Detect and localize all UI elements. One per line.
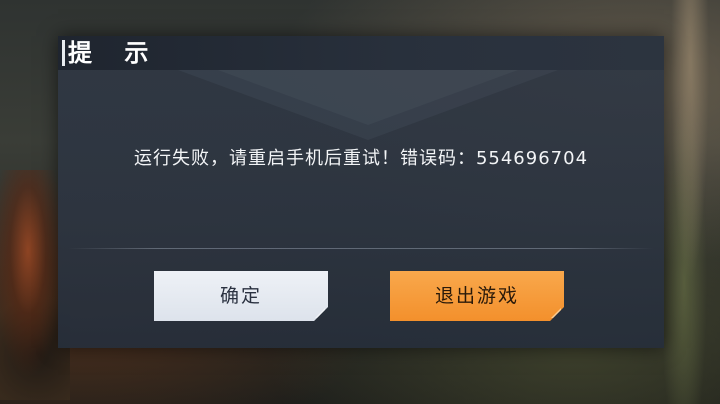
error-message: 运行失败，请重启手机后重试！错误码：554696704 <box>133 148 589 169</box>
error-dialog: 提 示 运行失败，请重启手机后重试！错误码：554696704 确定 退出游戏 <box>58 36 664 348</box>
chevron-decoration <box>178 70 558 140</box>
exit-game-button-label: 退出游戏 <box>434 285 519 307</box>
game-background: 提 示 运行失败，请重启手机后重试！错误码：554696704 确定 退出游戏 <box>0 0 720 404</box>
exit-game-button[interactable]: 退出游戏 <box>390 271 564 321</box>
title-accent-bar <box>62 40 65 66</box>
background-rocks <box>660 0 720 404</box>
confirm-button-label: 确定 <box>219 285 262 307</box>
dialog-divider <box>68 248 654 249</box>
corner-notch-icon <box>315 308 325 318</box>
confirm-button[interactable]: 确定 <box>154 271 328 321</box>
dialog-header: 提 示 <box>58 36 664 70</box>
corner-notch-icon <box>551 308 561 318</box>
dialog-title: 提 示 <box>68 39 161 67</box>
